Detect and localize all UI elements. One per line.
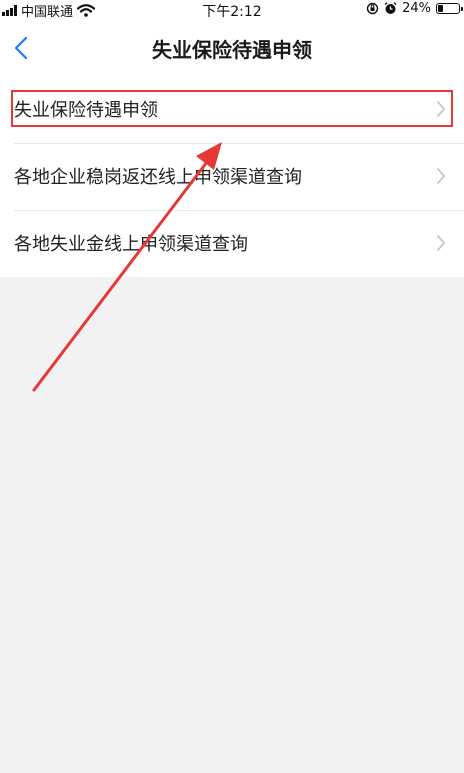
battery-percent: 24% — [402, 1, 431, 16]
chevron-right-icon — [437, 235, 445, 251]
battery-fill — [438, 5, 443, 12]
status-right: 24% — [366, 1, 463, 16]
menu-item-label: 失业保险待遇申领 — [14, 100, 158, 121]
battery-icon — [436, 3, 463, 14]
menu-item-label: 各地企业稳岗返还线上申领渠道查询 — [14, 167, 302, 188]
menu-list: 失业保险待遇申领 各地企业稳岗返还线上申领渠道查询 各地失业金线上申领渠道查询 — [0, 76, 464, 277]
menu-item-job-stabilization-refund-query[interactable]: 各地企业稳岗返还线上申领渠道查询 — [0, 143, 464, 210]
orientation-lock-icon — [366, 2, 379, 15]
alarm-icon — [384, 2, 397, 14]
chevron-right-icon — [437, 168, 445, 184]
nav-bar: 失业保险待遇申领 — [0, 20, 464, 76]
status-bar: 中国联通 下午2:12 24% — [0, 0, 464, 20]
menu-item-unemployment-fund-channel-query[interactable]: 各地失业金线上申领渠道查询 — [0, 210, 464, 277]
page-title: 失业保险待遇申领 — [152, 38, 312, 62]
menu-item-label: 各地失业金线上申领渠道查询 — [14, 234, 248, 255]
menu-item-unemployment-benefit-claim[interactable]: 失业保险待遇申领 — [0, 76, 464, 143]
chevron-right-icon — [437, 101, 445, 117]
